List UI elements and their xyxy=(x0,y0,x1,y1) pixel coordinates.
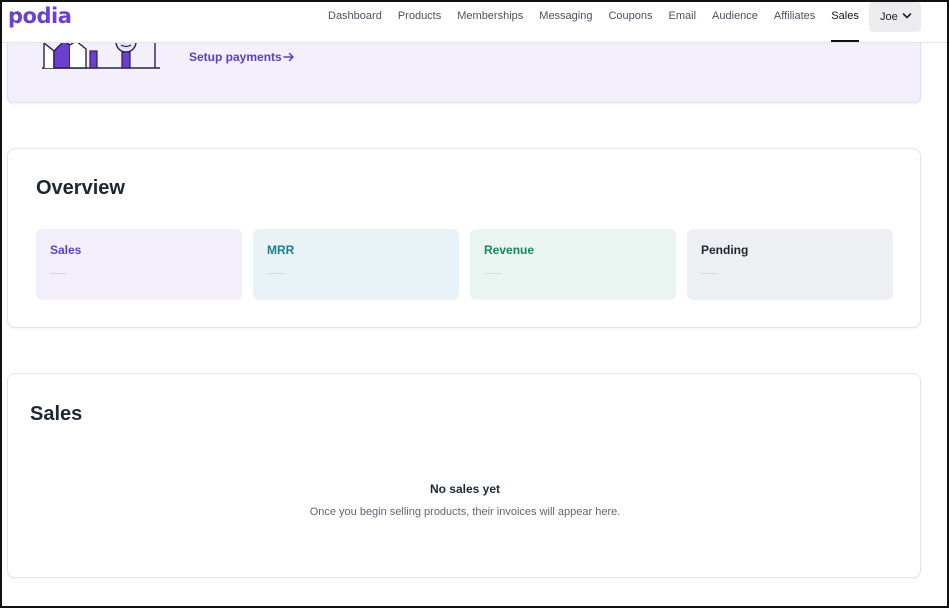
user-menu-button[interactable]: Joe xyxy=(869,2,921,32)
arrow-right-icon[interactable] xyxy=(283,51,295,63)
nav-messaging[interactable]: Messaging xyxy=(531,0,600,42)
stat-mrr: MRR xyxy=(253,229,459,300)
nav-audience[interactable]: Audience xyxy=(704,0,766,42)
stat-revenue: Revenue xyxy=(470,229,676,300)
empty-state-description: Once you begin selling products, their i… xyxy=(309,506,621,518)
stat-sales-empty-value xyxy=(50,273,67,274)
nav-dashboard[interactable]: Dashboard xyxy=(320,0,390,42)
nav-sales[interactable]: Sales xyxy=(823,0,867,42)
nav-products[interactable]: Products xyxy=(390,0,449,42)
stat-pending-label: Pending xyxy=(701,243,749,257)
stat-pending-empty-value xyxy=(701,273,718,274)
stat-mrr-empty-value xyxy=(267,273,284,274)
overview-title: Overview xyxy=(36,177,125,199)
user-name: Joe xyxy=(880,11,898,23)
sales-card: Sales No sales yet Once you begin sellin… xyxy=(7,373,921,578)
nav-coupons[interactable]: Coupons xyxy=(600,0,660,42)
overview-card: Overview Sales MRR Revenue Pending xyxy=(7,148,921,328)
chevron-down-icon xyxy=(902,13,912,19)
stat-sales: Sales xyxy=(36,229,242,300)
stat-pending: Pending xyxy=(687,229,893,300)
stat-sales-label: Sales xyxy=(50,243,82,257)
empty-state-title: No sales yet xyxy=(429,482,501,496)
podia-logo[interactable]: podia xyxy=(8,4,72,28)
stat-revenue-label: Revenue xyxy=(484,243,535,257)
main-nav: Dashboard Products Memberships Messaging… xyxy=(320,0,867,42)
setup-payments-link[interactable]: Setup payments xyxy=(189,50,282,64)
nav-email[interactable]: Email xyxy=(661,0,705,42)
sales-title: Sales xyxy=(30,403,83,425)
top-header: podia Dashboard Products Memberships Mes… xyxy=(0,0,949,43)
stat-revenue-empty-value xyxy=(484,273,501,274)
nav-affiliates[interactable]: Affiliates xyxy=(766,0,823,42)
nav-memberships[interactable]: Memberships xyxy=(449,0,531,42)
stat-mrr-label: MRR xyxy=(267,243,295,257)
